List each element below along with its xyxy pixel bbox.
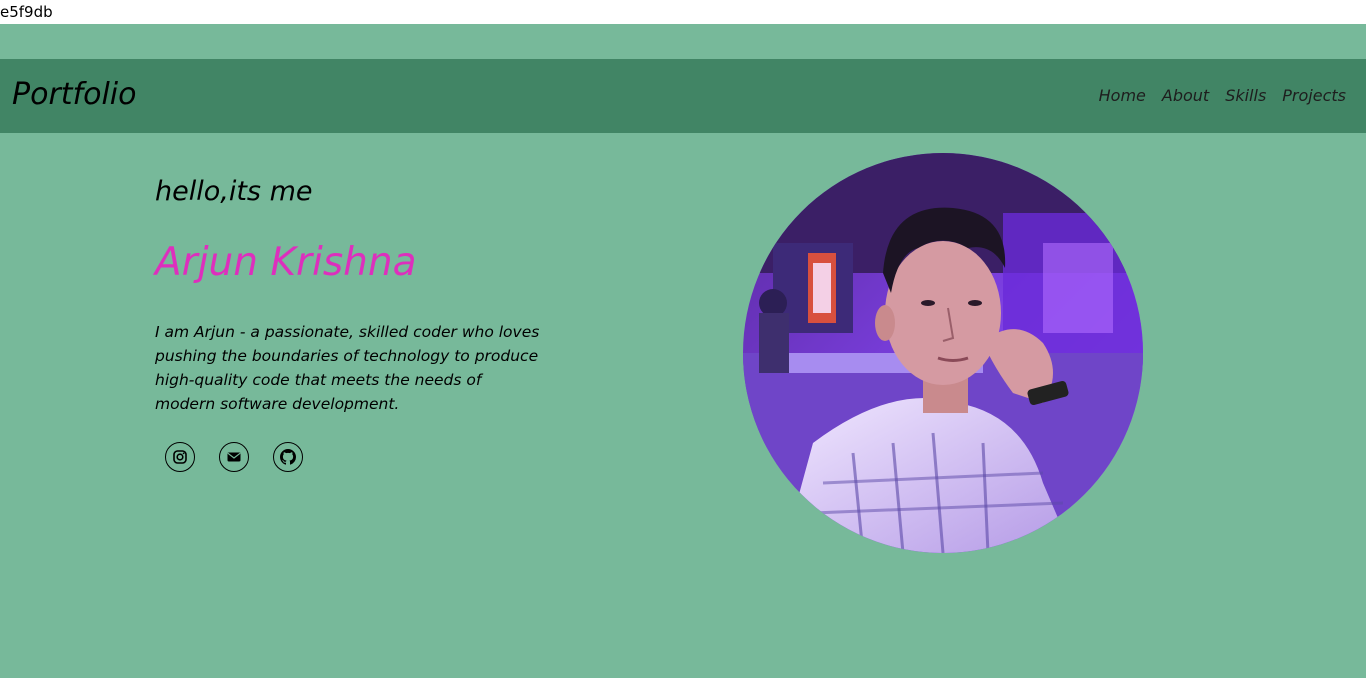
profile-photo	[743, 153, 1143, 553]
instagram-icon	[173, 450, 187, 464]
nav-projects[interactable]: Projects	[1282, 86, 1346, 105]
nav-skills[interactable]: Skills	[1225, 86, 1266, 105]
github-icon	[280, 449, 296, 465]
hero-bio: I am Arjun - a passionate, skilled coder…	[155, 323, 540, 413]
nav-about[interactable]: About	[1162, 86, 1209, 105]
nav-links: Home About Skills Projects	[1099, 86, 1346, 105]
email-button[interactable]	[219, 442, 249, 472]
hash-text: e5f9db	[0, 3, 53, 21]
portrait-illustration	[743, 153, 1143, 553]
navbar: Portfolio Home About Skills Projects	[0, 59, 1366, 133]
github-button[interactable]	[273, 442, 303, 472]
nav-home[interactable]: Home	[1099, 86, 1146, 105]
hero-name: Arjun Krishna	[155, 240, 417, 285]
envelope-icon	[227, 452, 241, 462]
instagram-button[interactable]	[165, 442, 195, 472]
greeting: hello,its me	[155, 176, 313, 207]
top-strip: e5f9db	[0, 0, 1366, 24]
social-links	[165, 442, 303, 472]
brand-logo[interactable]: Portfolio	[12, 77, 136, 112]
